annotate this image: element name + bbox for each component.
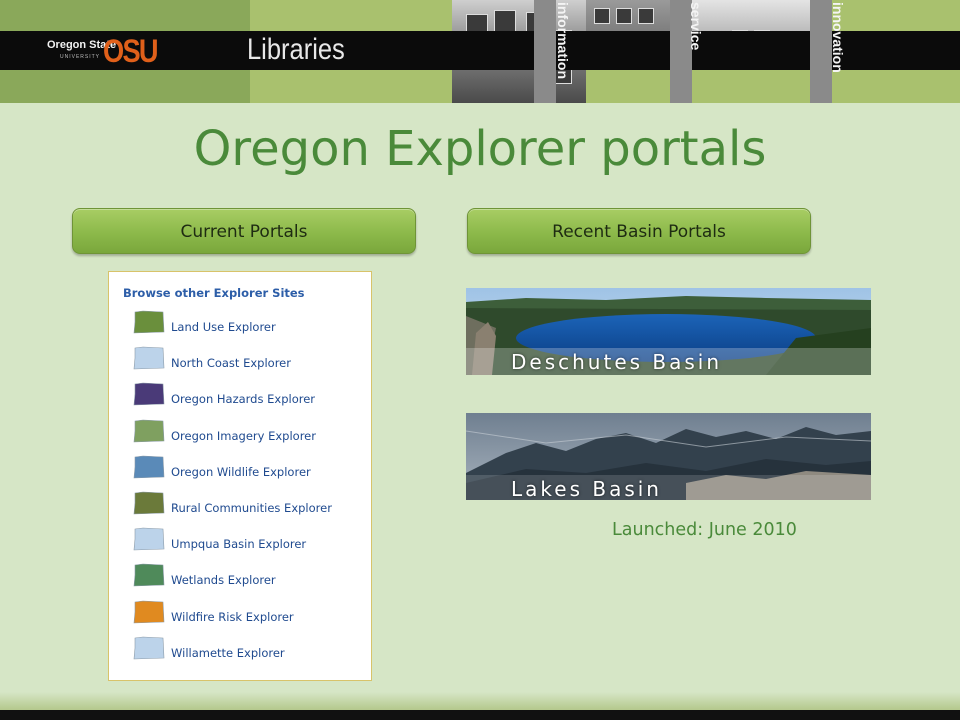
- banner-strip: [534, 0, 556, 103]
- wetlands-icon: [133, 564, 165, 587]
- recent-basin-portals-button[interactable]: Recent Basin Portals: [467, 208, 811, 254]
- willamette-icon: [133, 636, 165, 660]
- explorer-link-label: Oregon Imagery Explorer: [171, 428, 316, 443]
- footer-bar: [0, 710, 960, 720]
- institution-subtitle: UNIVERSITY: [60, 54, 101, 60]
- deschutes-basin-label: Deschutes Basin: [511, 350, 723, 374]
- explorer-link-label: North Coast Explorer: [171, 356, 291, 371]
- deschutes-basin-portal[interactable]: Deschutes Basin: [466, 288, 871, 375]
- banner-word-information: information: [555, 2, 571, 79]
- umpqua-basin-icon: [133, 527, 165, 551]
- explorer-link-label: Wildfire Risk Explorer: [171, 609, 294, 624]
- north-coast-icon: [133, 346, 165, 370]
- banner-word-service: service: [688, 2, 704, 51]
- osu-logo: OSU: [103, 33, 159, 69]
- wildlife-icon: [133, 455, 165, 479]
- rural-communities-icon: [133, 491, 165, 515]
- explorer-link-label: Rural Communities Explorer: [171, 501, 332, 515]
- hazards-icon: [133, 383, 165, 406]
- launch-date: Launched: June 2010: [612, 520, 797, 540]
- explorer-link-label: Land Use Explorer: [171, 320, 276, 334]
- explorer-link-label: Umpqua Basin Explorer: [171, 537, 307, 552]
- explorer-sites-heading: Browse other Explorer Sites: [123, 286, 305, 300]
- footer-band: [0, 692, 960, 710]
- explorer-link-label: Wetlands Explorer: [171, 573, 276, 588]
- explorer-link-label: Oregon Hazards Explorer: [171, 392, 316, 407]
- banner-strip: [810, 0, 832, 103]
- header-banner: information service innovation Oregon St…: [0, 0, 960, 103]
- current-portals-button[interactable]: Current Portals: [72, 208, 416, 254]
- libraries-wordmark: Libraries: [247, 33, 345, 66]
- page-title: Oregon Explorer portals: [193, 121, 767, 177]
- explorer-link-label: Willamette Explorer: [171, 645, 285, 660]
- land-use-icon: [133, 310, 165, 334]
- explorer-link-label: Oregon Wildlife Explorer: [171, 464, 311, 479]
- wildfire-icon: [133, 600, 165, 623]
- imagery-icon: [133, 419, 165, 442]
- banner-word-innovation: innovation: [830, 2, 846, 73]
- lakes-basin-label: Lakes Basin: [511, 477, 662, 500]
- lakes-basin-portal[interactable]: Lakes Basin: [466, 413, 871, 500]
- explorer-sites-panel: Browse other Explorer Sites Land Use Exp…: [108, 271, 372, 681]
